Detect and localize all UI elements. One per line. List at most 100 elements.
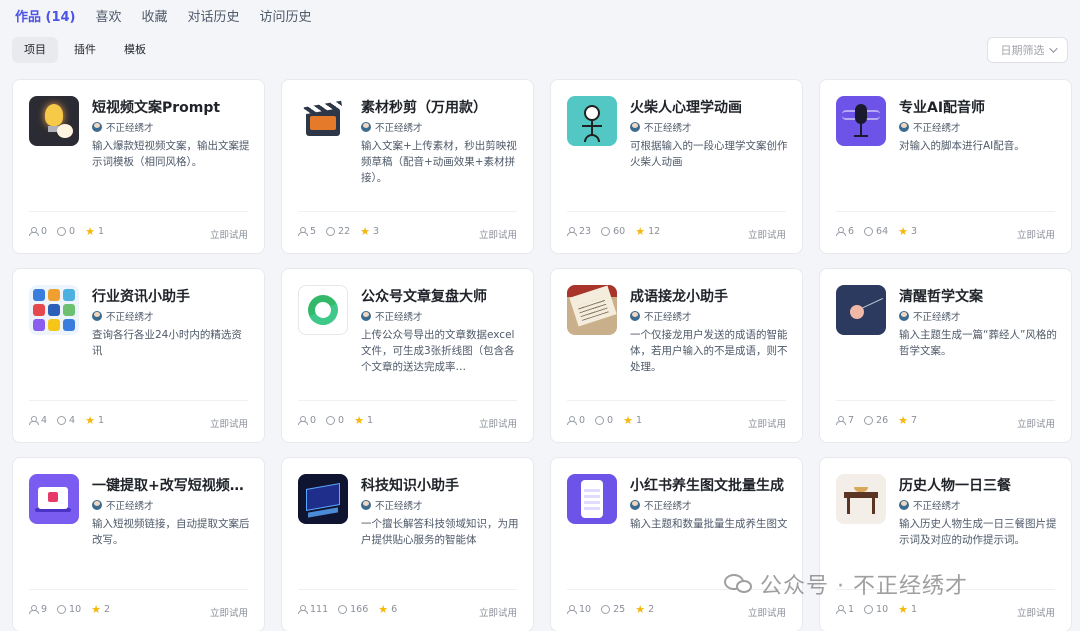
user-count: 23 (579, 226, 592, 237)
star-icon: ★ (635, 603, 646, 616)
watermark: 公众号 · 不正经绣才 (724, 568, 968, 600)
chat-count: 60 (613, 226, 626, 237)
avatar (899, 500, 909, 510)
divider (298, 589, 517, 590)
wechat-icon (724, 572, 754, 596)
project-card[interactable]: 清醒哲学文案 不正经绣才 输入主题生成一篇“葬经人”风格的哲学文案。 7 26 … (819, 268, 1072, 443)
avatar (899, 122, 909, 132)
star-icon: ★ (354, 414, 364, 427)
divider (567, 211, 786, 212)
chat-icon (601, 227, 611, 236)
user-icon (567, 605, 577, 614)
user-count: 0 (579, 415, 586, 426)
card-title: 短视频文案Prompt (92, 100, 221, 116)
chevron-down-icon (1048, 44, 1058, 53)
tab-likes[interactable]: 喜欢 (96, 6, 122, 25)
project-card[interactable]: 行业资讯小助手 不正经绣才 查询各行各业24小时内的精选资讯 4 4 ★ 1 立即… (12, 268, 265, 443)
chat-count: 26 (876, 415, 889, 426)
stickman-icon (567, 96, 617, 146)
star-icon: ★ (91, 603, 102, 616)
project-grid: 短视频文案Prompt 不正经绣才 输入爆款短视频文案，输出文案提示词模板（相同… (12, 79, 1072, 631)
card-stats: 6 64 ★ 3 (836, 226, 917, 237)
user-count: 0 (41, 226, 48, 237)
try-now-button[interactable]: 立即试用 (748, 416, 786, 430)
divider (29, 400, 248, 401)
user-icon (298, 416, 308, 425)
try-now-button[interactable]: 立即试用 (1017, 605, 1055, 619)
card-title: 行业资讯小助手 (92, 289, 190, 305)
tab-chat-history[interactable]: 对话历史 (188, 6, 240, 25)
user-count: 7 (848, 415, 855, 426)
tab-visit-history[interactable]: 访问历史 (260, 6, 312, 25)
moon-icon (836, 285, 886, 335)
card-title: 素材秒剪（万用款） (361, 100, 487, 116)
card-stats: 7 26 ★ 7 (836, 415, 917, 426)
divider (29, 589, 248, 590)
user-count: 111 (310, 604, 329, 615)
star-icon: ★ (898, 414, 909, 427)
card-author: 不正经绣才 (899, 498, 961, 512)
divider (29, 211, 248, 212)
user-count: 4 (41, 415, 48, 426)
card-description: 对输入的脚本进行AI配音。 (899, 140, 1025, 152)
tab-works[interactable]: 作品 (14) (15, 6, 76, 25)
star-count: 6 (391, 604, 398, 615)
try-now-button[interactable]: 立即试用 (479, 605, 517, 619)
card-title: 小红书养生图文批量生成 (630, 478, 784, 494)
sub-tab-bar: 项目 插件 模板 (12, 37, 158, 63)
try-now-button[interactable]: 立即试用 (748, 227, 786, 241)
card-stats: 111 166 ★ 6 (298, 604, 397, 615)
subtab-plugins[interactable]: 插件 (62, 37, 108, 63)
project-card[interactable]: 小红书养生图文批量生成 不正经绣才 输入主题和数量批量生成养生图文 10 25 … (550, 457, 803, 631)
try-now-button[interactable]: 立即试用 (1017, 416, 1055, 430)
card-title: 专业AI配音师 (899, 100, 986, 116)
try-now-button[interactable]: 立即试用 (479, 227, 517, 241)
try-now-button[interactable]: 立即试用 (748, 605, 786, 619)
avatar (630, 122, 640, 132)
project-card[interactable]: 一键提取+改写短视频… 不正经绣才 输入短视频链接，自动提取文案后改写。 9 1… (12, 457, 265, 631)
project-card[interactable]: 短视频文案Prompt 不正经绣才 输入爆款短视频文案，输出文案提示词模板（相同… (12, 79, 265, 254)
chat-count: 10 (876, 604, 889, 615)
card-author: 不正经绣才 (899, 309, 961, 323)
try-now-button[interactable]: 立即试用 (210, 227, 248, 241)
project-card[interactable]: 火柴人心理学动画 不正经绣才 可根据输入的一段心理学文案创作火柴人动画 23 6… (550, 79, 803, 254)
user-icon (29, 227, 39, 236)
card-author: 不正经绣才 (361, 120, 423, 134)
subtab-templates[interactable]: 模板 (112, 37, 158, 63)
card-description: 输入爆款短视频文案，输出文案提示词模板（相同风格）。 (92, 140, 250, 168)
try-now-button[interactable]: 立即试用 (210, 605, 248, 619)
project-card[interactable]: 科技知识小助手 不正经绣才 一个擅长解答科技领域知识，为用户提供贴心服务的智能体… (281, 457, 534, 631)
try-now-button[interactable]: 立即试用 (479, 416, 517, 430)
divider (836, 211, 1055, 212)
tab-favorites[interactable]: 收藏 (142, 6, 168, 25)
chat-icon (338, 605, 348, 614)
avatar (899, 311, 909, 321)
card-stats: 23 60 ★ 12 (567, 226, 660, 237)
chat-icon (864, 605, 874, 614)
avatar (361, 311, 371, 321)
subtab-projects[interactable]: 项目 (12, 37, 58, 63)
divider (567, 400, 786, 401)
microphone-icon (836, 96, 886, 146)
try-now-button[interactable]: 立即试用 (210, 416, 248, 430)
chat-icon (57, 227, 67, 236)
card-stats: 4 4 ★ 1 (29, 415, 104, 426)
project-card[interactable]: 公众号文章复盘大师 不正经绣才 上传公众号导出的文章数据excel文件，可生成3… (281, 268, 534, 443)
table-icon (836, 474, 886, 524)
chat-count: 25 (613, 604, 626, 615)
phone-icon (567, 474, 617, 524)
star-count: 2 (104, 604, 111, 615)
project-card[interactable]: 专业AI配音师 不正经绣才 对输入的脚本进行AI配音。 6 64 ★ 3 立即试用 (819, 79, 1072, 254)
user-icon (298, 227, 308, 236)
date-filter-dropdown[interactable]: 日期筛选 (987, 37, 1068, 63)
project-card[interactable]: 历史人物一日三餐 不正经绣才 输入历史人物生成一日三餐图片提示词及对应的动作提示… (819, 457, 1072, 631)
try-now-button[interactable]: 立即试用 (1017, 227, 1055, 241)
card-stats: 9 10 ★ 2 (29, 604, 110, 615)
card-stats: 0 0 ★ 1 (567, 415, 642, 426)
avatar (630, 500, 640, 510)
project-card[interactable]: 成语接龙小助手 不正经绣才 一个仅接龙用户发送的成语的智能体，若用户输入的不是成… (550, 268, 803, 443)
project-card[interactable]: 素材秒剪（万用款） 不正经绣才 输入文案+上传素材，秒出剪映视频草稿（配音+动画… (281, 79, 534, 254)
star-icon: ★ (378, 603, 389, 616)
chat-icon (326, 416, 336, 425)
chat-icon (864, 227, 874, 236)
